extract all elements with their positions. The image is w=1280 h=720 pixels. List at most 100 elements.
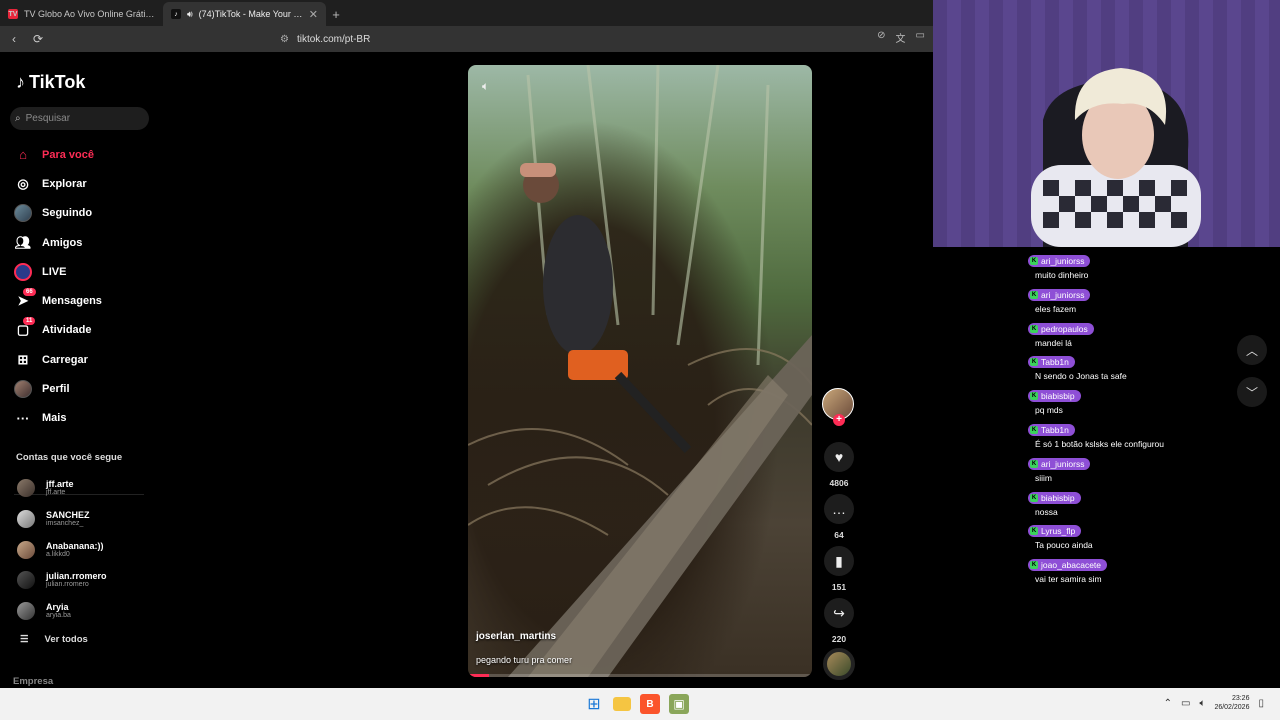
- webcam-overlay: [933, 0, 1280, 247]
- like-action[interactable]: ♥ 4806: [822, 442, 856, 488]
- menu-item-seguindo[interactable]: Seguindo: [14, 199, 154, 228]
- chat-message: Kari_juniorss eles fazem: [1028, 283, 1278, 317]
- kick-badge-icon: K: [1030, 290, 1038, 299]
- following-item[interactable]: jff.arte jff.arte: [17, 473, 157, 504]
- sidebar-toggle-icon[interactable]: ▭: [916, 30, 925, 45]
- kick-badge-icon: K: [1030, 425, 1038, 434]
- menu-item-amigos[interactable]: 👥︎ Amigos: [14, 228, 154, 257]
- avatar: [17, 479, 35, 498]
- menu-item-mais[interactable]: ··· Mais: [14, 404, 154, 433]
- chat-user: Tabb1n: [1041, 357, 1069, 368]
- follow-handle: jff.arte: [46, 489, 66, 497]
- activity-icon: ▢ 11: [14, 317, 36, 339]
- chat-text: siiim: [1035, 472, 1052, 483]
- next-video-button[interactable]: ﹀: [1237, 377, 1267, 407]
- home-icon: ⌂: [19, 147, 27, 163]
- music-disc-avatar[interactable]: [823, 648, 855, 680]
- chat-message: Kbiabisbip nossa: [1028, 486, 1278, 520]
- chat-username: Kjoao_abacacete: [1028, 559, 1108, 572]
- kick-badge-icon: K: [1030, 493, 1038, 502]
- brave-browser-icon[interactable]: B: [640, 694, 660, 714]
- menu-item-perfil[interactable]: Perfil: [14, 374, 154, 403]
- menu-item-live[interactable]: LIVE: [14, 257, 154, 286]
- chat-username: Kari_juniorss: [1028, 457, 1091, 470]
- video-actions: + ♥ 4806 … 64 ▮ 151 ↪ 220: [822, 388, 856, 680]
- footer-company-link[interactable]: Empresa: [13, 676, 53, 687]
- notification-icon[interactable]: ▯: [1258, 698, 1264, 709]
- menu-label: Atividade: [42, 324, 92, 337]
- friends-icon: 👥︎: [14, 234, 32, 250]
- speaker-icon[interactable]: 🔊︎: [187, 9, 193, 20]
- site-info-icon[interactable]: ⚙︎: [280, 34, 289, 45]
- save-action[interactable]: ▮ 151: [822, 546, 856, 592]
- video-caption: pegando turu pra comer: [476, 655, 573, 665]
- menu-item-para-voce[interactable]: ⌂ Para você: [14, 140, 154, 169]
- video-player[interactable]: 🔈︎ joserlan_martins pegando turu pra com…: [468, 65, 812, 677]
- clock[interactable]: 23:26 26/02/2026: [1214, 694, 1249, 712]
- chat-username: Kbiabisbip: [1028, 491, 1081, 504]
- following-item[interactable]: SANCHEZ imsanchez_: [17, 504, 157, 535]
- close-tab-icon[interactable]: ✕: [309, 8, 318, 21]
- webcam-frame: [933, 0, 1280, 247]
- menu-item-mensagens[interactable]: ➤ 66 Mensagens: [14, 286, 154, 315]
- reload-button[interactable]: ⟳: [28, 29, 48, 49]
- back-button[interactable]: ‹: [4, 29, 24, 49]
- menu-label: Mais: [42, 412, 67, 425]
- tab-tiktok[interactable]: ♪ 🔊︎ (74)TikTok - Make Your Day ✕: [163, 2, 326, 26]
- file-explorer-icon[interactable]: [613, 697, 631, 711]
- search-box[interactable]: ⌕: [10, 107, 149, 130]
- creator-avatar[interactable]: +: [822, 388, 854, 426]
- chat-message: Kjoao_abacacete vai ter samira sim: [1028, 553, 1278, 587]
- windows-start-icon[interactable]: ⊞: [584, 694, 604, 714]
- share-icon[interactable]: ↪: [824, 598, 854, 628]
- video-username[interactable]: joserlan_martins: [476, 631, 556, 642]
- menu-item-carregar[interactable]: ⊞ Carregar: [14, 345, 154, 374]
- avatar: [17, 571, 35, 590]
- translate-icon[interactable]: 文: [896, 30, 906, 45]
- chat-text: Ta pouco ainda: [1035, 540, 1093, 551]
- tab-globo[interactable]: TV TV Globo Ao Vivo Online Grátis | Ass: [0, 2, 163, 26]
- menu-item-explorar[interactable]: ◎ Explorar: [14, 169, 154, 198]
- network-icon[interactable]: ▭: [1181, 698, 1190, 709]
- chat-user: Lyrus_flp: [1041, 526, 1076, 537]
- comment-icon[interactable]: …: [824, 494, 854, 524]
- tiktok-logo[interactable]: ♪ TikTok: [16, 72, 85, 93]
- previous-video-button[interactable]: ︿: [1237, 335, 1267, 365]
- chat-user: joao_abacacete: [1041, 560, 1102, 571]
- follow-plus-icon[interactable]: +: [833, 414, 845, 426]
- menu-label: Mensagens: [42, 295, 102, 308]
- menu-item-atividade[interactable]: ▢ 11 Atividade: [14, 316, 154, 345]
- volume-tray-icon[interactable]: 🔈︎: [1199, 698, 1205, 709]
- menu-label: Perfil: [42, 383, 70, 396]
- volume-icon[interactable]: 🔈︎: [482, 79, 489, 94]
- following-item[interactable]: julian.rromero julian.rromero: [17, 565, 157, 596]
- app-icon[interactable]: ▣: [669, 694, 689, 714]
- following-avatar: [14, 204, 32, 223]
- follow-name: Anabanana:)): [46, 540, 104, 551]
- logo-text: TikTok: [29, 72, 86, 92]
- menu-label: Seguindo: [42, 207, 93, 220]
- following-title: Contas que você segue: [16, 452, 123, 463]
- no-tracking-icon[interactable]: ⊘: [877, 30, 885, 45]
- chat-text: pq mds: [1035, 405, 1063, 416]
- list-icon: ☰: [20, 634, 29, 645]
- new-tab-button[interactable]: +: [326, 2, 346, 26]
- comment-action[interactable]: … 64: [822, 494, 856, 540]
- system-tray: ⌃ ▭ 🔈︎ 23:26 26/02/2026 ▯: [1164, 694, 1264, 712]
- tiktok-favicon-icon: ♪: [171, 9, 181, 19]
- bookmark-icon[interactable]: ▮: [824, 546, 854, 576]
- menu-label: Para você: [42, 148, 94, 161]
- chat-user: ari_juniorss: [1041, 458, 1085, 469]
- follow-handle: julian.rromero: [46, 581, 89, 589]
- share-action[interactable]: ↪ 220: [822, 598, 856, 644]
- chevron-up-tray-icon[interactable]: ⌃: [1164, 698, 1172, 709]
- address-bar[interactable]: ⚙︎ tiktok.com/pt-BR: [280, 30, 630, 48]
- following-item[interactable]: Aryia aryia.ba: [17, 596, 157, 627]
- messages-icon: ➤ 66: [14, 288, 36, 310]
- search-input[interactable]: [25, 113, 136, 124]
- video-progress-bar[interactable]: [468, 674, 812, 677]
- following-item[interactable]: Anabanana:)) a.likkd0: [17, 534, 157, 565]
- see-all-button[interactable]: ☰ Ver todos: [20, 634, 88, 645]
- tiktok-note-icon: ♪: [16, 72, 25, 92]
- heart-icon[interactable]: ♥: [824, 442, 854, 472]
